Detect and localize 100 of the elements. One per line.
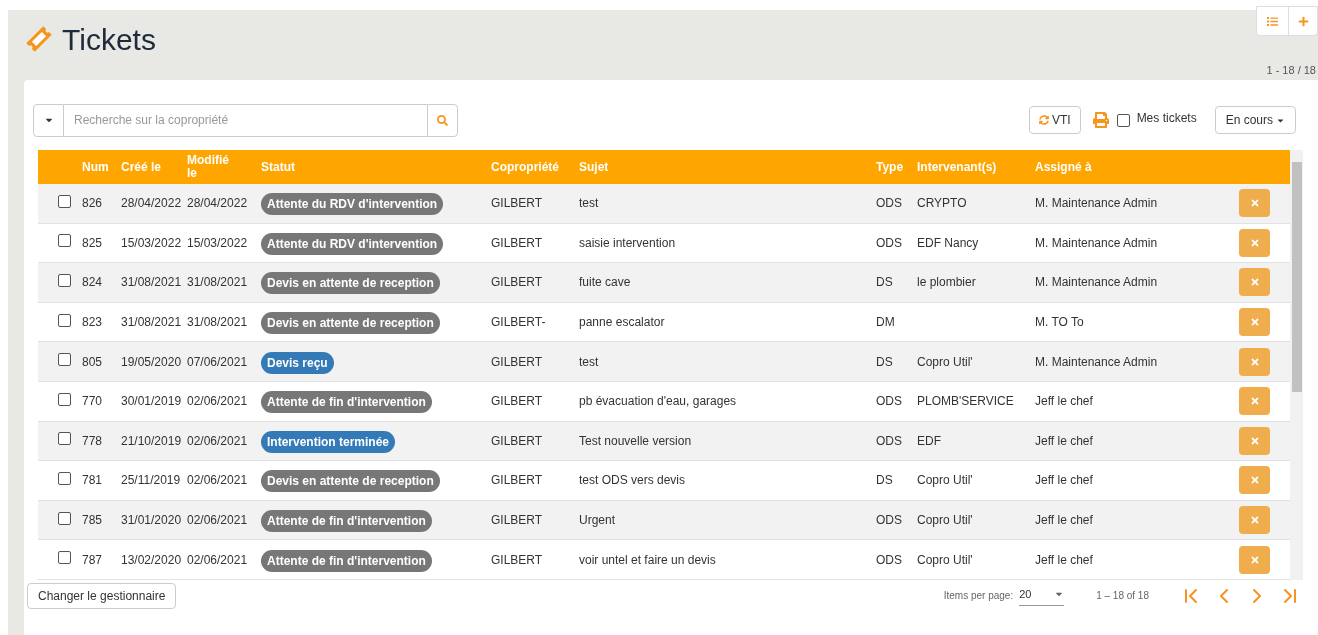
table-cell-text: test (578, 195, 600, 213)
status-badge: Attente de fin d'intervention (261, 549, 432, 572)
table-cell-text: Copro Util' (916, 353, 974, 371)
table-cell-text: panne escalator (578, 314, 666, 332)
table-cell-text: 02/06/2021 (186, 393, 249, 411)
table-cell-text: GILBERT (490, 195, 544, 213)
table-cell-text: 13/02/2020 (120, 551, 183, 569)
delete-button[interactable] (1239, 387, 1270, 416)
items-per-page-label: Items per page: (943, 589, 1014, 604)
table-cell-text: saisie intervention (578, 234, 677, 252)
checkbox[interactable] (57, 432, 71, 446)
table-cell-text: 823 (81, 314, 104, 332)
table-cell-text: fuite cave (578, 274, 632, 292)
table-cell-text: test ODS vers devis (578, 472, 687, 490)
table-cell-text: 785 (81, 512, 104, 530)
delete-button[interactable] (1239, 466, 1270, 495)
table-cell-text: 31/01/2020 (120, 512, 183, 530)
delete-button[interactable] (1239, 506, 1270, 535)
table-cell-text: 02/06/2021 (186, 432, 249, 450)
search-scope-dropdown[interactable] (33, 103, 64, 137)
table-cell-text: ODS (875, 234, 903, 252)
table-cell-text: Jeff le chef (1034, 393, 1094, 411)
table-cell-text: DM (875, 314, 896, 332)
checkbox[interactable] (57, 313, 71, 327)
status-badge: Devis en attente de reception (261, 272, 440, 295)
change-manager-button[interactable]: Changer le gestionnaire (27, 582, 177, 609)
close-icon (1249, 515, 1260, 526)
delete-button[interactable] (1239, 268, 1270, 297)
checkbox[interactable] (57, 353, 71, 367)
delete-button[interactable] (1239, 228, 1270, 257)
print-icon[interactable] (1092, 112, 1109, 128)
checkbox[interactable] (57, 194, 71, 208)
vti-button[interactable]: VTI (1028, 106, 1081, 134)
table-cell-text: 781 (81, 472, 104, 490)
page-title: Tickets (62, 21, 156, 58)
checkbox[interactable] (57, 392, 71, 406)
table-cell-text: voir untel et faire un devis (578, 551, 717, 569)
table-cell-text: ODS (875, 551, 903, 569)
scrollbar[interactable] (1290, 150, 1303, 580)
table-cell-text: M. Maintenance Admin (1034, 274, 1159, 292)
search-button[interactable] (427, 103, 458, 137)
table-cell-text: 28/04/2022 (186, 195, 249, 213)
table-cell-text: ODS (875, 432, 903, 450)
table-cell-text: GILBERT (490, 512, 544, 530)
ticket-icon (24, 24, 54, 54)
table-cell-text: DS (875, 274, 894, 292)
table-cell-text: le plombier (916, 274, 977, 292)
table-cell-text: EDF Nancy (916, 234, 980, 252)
table-cell-text: Copro Util' (916, 512, 974, 530)
checkbox[interactable] (57, 471, 71, 485)
close-icon (1249, 435, 1260, 446)
checkbox[interactable] (57, 511, 71, 525)
table-cell-text: pb évacuation d'eau, garages (578, 393, 738, 411)
close-icon (1249, 277, 1260, 288)
checkbox-label: Mes tickets (1136, 110, 1197, 127)
delete-button[interactable] (1239, 545, 1270, 574)
table-cell-text: 31/08/2021 (186, 314, 249, 332)
status-badge: Attente de fin d'intervention (261, 391, 432, 414)
table-cell-text: GILBERT- (490, 314, 547, 332)
table-cell-text: 19/05/2020 (120, 353, 183, 371)
delete-button[interactable] (1239, 308, 1270, 337)
table-cell-text: 826 (81, 195, 104, 213)
delete-button[interactable] (1239, 189, 1270, 218)
table-cell-text: GILBERT (490, 353, 544, 371)
status-badge: Devis reçu (261, 351, 334, 374)
items-per-page-select[interactable]: 20 (1019, 586, 1065, 606)
table-cell-text: 15/03/2022 (120, 234, 183, 252)
table-cell-text: 31/08/2021 (120, 274, 183, 292)
close-icon (1249, 237, 1260, 248)
table-cell-text: Jeff le chef (1034, 551, 1094, 569)
table-cell-text: EDF (916, 432, 942, 450)
search-field[interactable]: Recherche sur la copropriété (64, 103, 427, 137)
table-cell-text: 787 (81, 551, 104, 569)
delete-button[interactable] (1239, 347, 1270, 376)
column-header: Copropriété (490, 160, 560, 174)
checkbox[interactable] (57, 234, 71, 248)
page-range: 1 – 18 of 18 (1096, 589, 1149, 604)
checkbox[interactable] (1116, 113, 1130, 127)
result-count: 1 - 18 / 18 (1266, 62, 1316, 78)
table-cell-text: Test nouvelle version (578, 432, 693, 450)
status-filter-dropdown[interactable]: En cours (1214, 106, 1296, 134)
status-badge: Devis en attente de reception (261, 470, 440, 493)
checkbox[interactable] (57, 551, 71, 565)
table-cell-text: test (578, 353, 600, 371)
checkbox[interactable] (57, 274, 71, 287)
delete-button[interactable] (1239, 426, 1270, 455)
table-cell-text: M. Maintenance Admin (1034, 234, 1159, 252)
table-cell-text: M. TO To (1034, 314, 1085, 332)
close-icon (1249, 554, 1260, 565)
column-header: Modifié le (186, 154, 230, 180)
table-cell-text: GILBERT (490, 234, 544, 252)
column-header: Num (81, 160, 110, 174)
table-cell-text: ODS (875, 195, 903, 213)
table-cell-text: 02/06/2021 (186, 472, 249, 490)
table-cell-text: 02/06/2021 (186, 512, 249, 530)
table-cell-text: 07/06/2021 (186, 353, 249, 371)
column-header: Statut (260, 160, 296, 174)
table-cell-text: Copro Util' (916, 551, 974, 569)
table-cell-text: 30/01/2019 (120, 393, 183, 411)
status-badge: Attente de fin d'intervention (261, 510, 432, 533)
